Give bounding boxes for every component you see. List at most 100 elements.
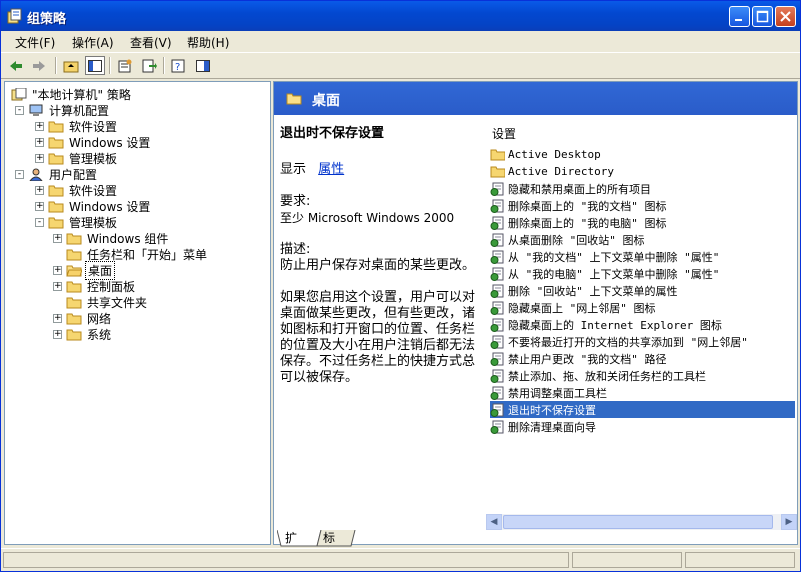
tree-item-label: 系统 (87, 327, 112, 342)
minimize-button[interactable] (729, 6, 750, 27)
maximize-button[interactable] (752, 6, 773, 27)
setting-title: 退出时不保存设置 (280, 126, 385, 141)
setting-list-item[interactable]: 禁用调整桌面工具栏 (490, 384, 795, 401)
tree-item-label: Windows 设置 (69, 199, 151, 214)
setting-list-item[interactable]: 隐藏桌面上 "网上邻居" 图标 (490, 299, 795, 316)
setting-list-item[interactable]: 删除 "回收站" 上下文菜单的属性 (490, 282, 795, 299)
folder-icon (48, 121, 64, 132)
tree-item[interactable]: + Windows 设置 (35, 134, 152, 150)
tree-item[interactable]: + Windows 设置 (35, 198, 152, 214)
tree-item[interactable]: + 管理模板 (35, 150, 119, 166)
horizontal-scrollbar[interactable]: ◀ ▶ (486, 514, 797, 530)
title-bar[interactable]: 组策略 (1, 1, 800, 31)
tree-pane[interactable]: "本地计算机" 策略 - 计算机配置 + 软件设置 + Windows 设置 + 管理模板 - 用户… (4, 81, 271, 545)
folder-icon (66, 249, 82, 260)
details-header-title: 桌面 (312, 93, 340, 109)
setting-list-item[interactable]: 禁止用户更改 "我的文档" 路径 (490, 350, 795, 367)
setting-list-item[interactable]: 从桌面删除 "回收站" 图标 (490, 231, 795, 248)
help-button[interactable]: ? (169, 56, 189, 75)
tree-item[interactable]: + 系统 (53, 326, 113, 342)
policy-setting-icon (490, 250, 504, 264)
setting-list-item[interactable]: Active Desktop (490, 146, 795, 163)
tree-pane-icon (88, 59, 102, 72)
properties-button[interactable] (115, 56, 135, 75)
menu-action[interactable]: 操作(A) (72, 34, 114, 51)
svg-text:?: ? (175, 62, 180, 73)
tree-item-label: 控制面板 (87, 279, 136, 294)
setting-list-item[interactable]: 删除清理桌面向导 (490, 418, 795, 435)
tree-item-label: 管理模板 (69, 151, 118, 166)
properties-link[interactable]: 属性 (318, 162, 344, 177)
requirement-value: 至少 Microsoft Windows 2000 (280, 211, 455, 225)
setting-list-item[interactable]: 删除桌面上的 "我的文档" 图标 (490, 197, 795, 214)
expand-toggle[interactable]: + (35, 153, 44, 163)
policy-setting-icon (490, 267, 504, 281)
tree-item[interactable]: "本地计算机" 策略 (11, 86, 133, 102)
up-one-level-button[interactable] (61, 56, 81, 75)
expand-toggle[interactable]: + (53, 265, 62, 275)
tree-item[interactable]: - 管理模板 (35, 214, 119, 230)
collapse-toggle[interactable]: - (35, 217, 44, 227)
scroll-left-button[interactable]: ◀ (486, 514, 502, 530)
expand-toggle[interactable]: + (53, 233, 62, 243)
folder-icon (490, 166, 505, 177)
setting-list-item[interactable]: 从 "我的电脑" 上下文菜单中删除 "属性" (490, 265, 795, 282)
setting-list-item[interactable]: 从 "我的文档" 上下文菜单中删除 "属性" (490, 248, 795, 265)
setting-list-item-label: 从 "我的电脑" 上下文菜单中删除 "属性" (508, 267, 720, 281)
setting-list-item-label: 删除清理桌面向导 (508, 420, 596, 434)
setting-list-item[interactable]: Active Directory (490, 163, 795, 180)
menu-help[interactable]: 帮助(H) (187, 34, 229, 51)
setting-list-item[interactable]: 退出时不保存设置 (490, 401, 795, 418)
policy-setting-icon (490, 284, 504, 298)
folder-open-icon (286, 93, 302, 105)
tab-extended[interactable]: 扩展 (281, 530, 301, 561)
tree-item[interactable]: + 软件设置 (35, 118, 119, 134)
tree-item[interactable]: + Windows 组件 (53, 230, 170, 246)
show-hide-action-pane-button[interactable] (193, 56, 213, 75)
expand-toggle[interactable]: + (35, 137, 44, 147)
folder-icon (66, 313, 82, 324)
tree-item[interactable]: - 计算机配置 (15, 102, 111, 118)
policy-icon (11, 87, 27, 100)
close-button[interactable] (775, 6, 796, 27)
setting-list-item[interactable]: 隐藏桌面上的 Internet Explorer 图标 (490, 316, 795, 333)
tree-item-label: Windows 组件 (87, 231, 169, 246)
collapse-toggle[interactable]: - (15, 169, 24, 179)
setting-list-item[interactable]: 不要将最近打开的文档的共享添加到 "网上邻居" (490, 333, 795, 350)
scroll-thumb[interactable] (503, 515, 773, 529)
export-list-button[interactable] (139, 56, 159, 75)
setting-list-item-label: 删除桌面上的 "我的文档" 图标 (508, 199, 667, 213)
expand-toggle[interactable]: + (35, 185, 44, 195)
expand-toggle[interactable]: + (53, 329, 62, 339)
menu-view[interactable]: 查看(V) (130, 34, 172, 51)
collapse-toggle[interactable]: - (15, 105, 24, 115)
tree-item[interactable]: + 桌面 (53, 260, 116, 280)
tree-item[interactable]: 任务栏和「开始」菜单 (53, 246, 209, 262)
menu-bar: 文件(F) 操作(A) 查看(V) 帮助(H) (1, 31, 800, 53)
scroll-right-button[interactable]: ▶ (781, 514, 797, 530)
tree-item[interactable]: + 网络 (53, 310, 113, 326)
tree-item[interactable]: + 软件设置 (35, 182, 119, 198)
pane-icon (196, 59, 210, 72)
status-cell-main (3, 552, 569, 568)
tree-item[interactable]: - 用户配置 (15, 166, 99, 182)
setting-list-item-label: 从 "我的文档" 上下文菜单中删除 "属性" (508, 250, 720, 264)
setting-list-item[interactable]: 删除桌面上的 "我的电脑" 图标 (490, 214, 795, 231)
tree-item[interactable]: 共享文件夹 (53, 294, 149, 310)
back-button[interactable] (6, 56, 26, 75)
setting-list-item[interactable]: 禁止添加、拖、放和关闭任务栏的工具栏 (490, 367, 795, 384)
menu-file[interactable]: 文件(F) (15, 34, 55, 51)
forward-button[interactable] (29, 56, 49, 75)
policy-setting-icon (490, 335, 504, 349)
expand-toggle[interactable]: + (35, 121, 44, 131)
show-hide-tree-button[interactable] (85, 56, 105, 75)
expand-toggle[interactable]: + (53, 313, 62, 323)
folder-icon (48, 137, 64, 148)
expand-toggle[interactable]: + (35, 201, 44, 211)
setting-list-item[interactable]: 隐藏和禁用桌面上的所有项目 (490, 180, 795, 197)
tree-item[interactable]: + 控制面板 (53, 278, 137, 294)
setting-list-item-label: 隐藏桌面上的 Internet Explorer 图标 (508, 318, 722, 332)
settings-column-header[interactable]: 设置 (492, 125, 516, 142)
expand-toggle[interactable]: + (53, 281, 62, 291)
tab-standard[interactable]: 标准 (319, 530, 339, 561)
